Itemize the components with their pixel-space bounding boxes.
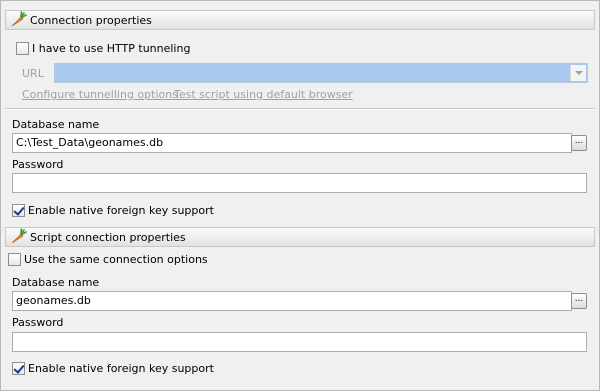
script-database-browse-button[interactable]: ...: [571, 293, 587, 309]
password-field[interactable]: [12, 173, 587, 193]
chevron-down-icon[interactable]: [570, 65, 586, 81]
foreign-key-label[interactable]: Enable native foreign key support: [28, 204, 214, 217]
url-combobox[interactable]: [54, 63, 588, 83]
connection-properties-header: Connection properties: [5, 10, 595, 30]
foreign-key-checkbox[interactable]: [12, 204, 25, 217]
http-tunneling-label[interactable]: I have to use HTTP tunneling: [32, 42, 190, 55]
database-name-label: Database name: [12, 118, 100, 131]
carrot-icon: [11, 228, 27, 244]
script-database-name-label: Database name: [12, 276, 100, 289]
script-foreign-key-label[interactable]: Enable native foreign key support: [28, 362, 214, 375]
database-name-field[interactable]: C:\Test_Data\geonames.db: [12, 133, 572, 153]
script-password-label: Password: [12, 316, 64, 329]
http-tunneling-checkbox[interactable]: [16, 42, 29, 55]
script-connection-header: Script connection properties: [5, 227, 595, 247]
url-label: URL: [22, 67, 44, 80]
password-label: Password: [12, 158, 64, 171]
same-options-label[interactable]: Use the same connection options: [24, 253, 208, 266]
connection-settings-panel: Connection properties I have to use HTTP…: [0, 0, 600, 391]
connection-properties-title: Connection properties: [30, 13, 152, 27]
same-options-checkbox[interactable]: [8, 253, 21, 266]
script-foreign-key-checkbox[interactable]: [12, 362, 25, 375]
test-script-link[interactable]: Test script using default browser: [174, 88, 353, 101]
carrot-icon: [11, 11, 27, 27]
configure-tunnelling-link[interactable]: Configure tunnelling options: [22, 88, 178, 101]
database-browse-button[interactable]: ...: [571, 135, 587, 151]
divider: [5, 108, 595, 110]
script-connection-title: Script connection properties: [30, 230, 186, 244]
script-database-name-field[interactable]: geonames.db: [12, 291, 572, 311]
script-password-field[interactable]: [12, 332, 587, 352]
